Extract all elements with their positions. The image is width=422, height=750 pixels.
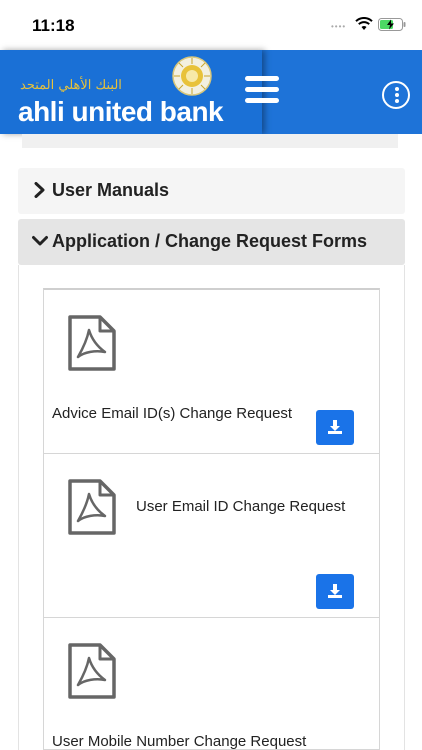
search-strip (22, 134, 398, 148)
pdf-icon (68, 479, 116, 535)
bank-logo[interactable]: البنك الأهلي المتحد ahli united bank (0, 50, 262, 134)
pdf-icon (68, 643, 116, 699)
list-item: Advice Email ID(s) Change Request (44, 290, 379, 454)
document-title: User Email ID Change Request (136, 498, 346, 515)
more-options-icon[interactable] (382, 81, 410, 109)
logo-english-text: ahli united bank (18, 96, 224, 127)
download-icon (328, 584, 342, 598)
section-label: Application / Change Request Forms (52, 231, 368, 251)
section-change-request-forms[interactable]: Application / Change Request Forms (18, 219, 405, 265)
download-icon (328, 420, 342, 434)
chevron-right-icon (34, 182, 45, 198)
document-title: Advice Email ID(s) Change Request (52, 405, 293, 422)
logo-emblem-icon (172, 56, 212, 96)
download-button[interactable] (316, 410, 354, 445)
download-button[interactable] (316, 574, 354, 609)
battery-charging-icon (378, 18, 406, 31)
hamburger-menu-icon[interactable] (245, 76, 283, 106)
cellular-signal-icon: •••• (331, 22, 347, 31)
section-user-manuals[interactable]: User Manuals (18, 168, 405, 214)
app-header: البنك الأهلي المتحد ahli united bank (0, 50, 422, 134)
section-label: User Manuals (52, 180, 170, 200)
status-bar: 11:18 •••• (0, 0, 422, 50)
wifi-icon (355, 17, 373, 30)
list-item: User Email ID Change Request (44, 454, 379, 618)
status-time: 11:18 (32, 16, 75, 35)
chevron-down-icon (32, 236, 48, 246)
list-item: User Mobile Number Change Request (44, 618, 379, 750)
document-list: Advice Email ID(s) Change Request User E… (43, 288, 380, 750)
document-title: User Mobile Number Change Request (52, 733, 307, 750)
logo-arabic-text: البنك الأهلي المتحد (20, 78, 122, 93)
pdf-icon (68, 315, 116, 371)
